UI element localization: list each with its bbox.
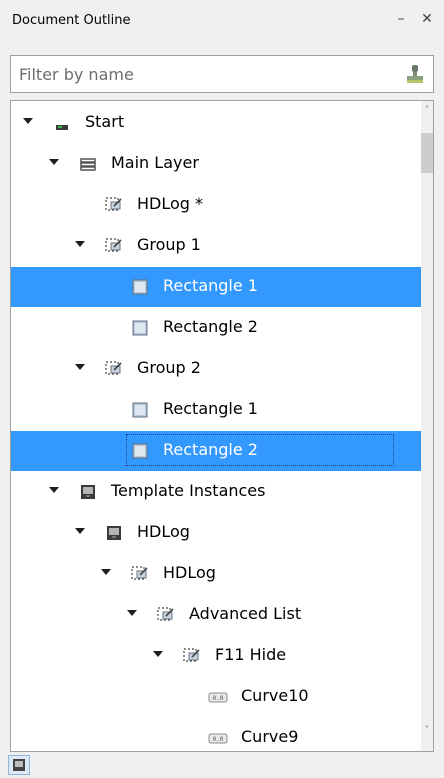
curve-icon: 0.0 [207,727,229,749]
group-icon [155,604,177,626]
rectangle-icon [129,440,151,462]
template-icon [77,481,99,503]
expand-toggle-icon[interactable] [151,646,165,662]
tree-node[interactable]: Template Instances [11,472,421,512]
document-outline-panel: Document Outline – ✕ Start Main Layer HDLo… [0,0,444,778]
outline-tree: Start Main Layer HDLog * Group 1 Rectangle 1… [10,100,434,752]
tree-node[interactable]: Rectangle 1 [11,267,421,307]
tree-node[interactable]: Rectangle 2 [11,308,421,348]
expand-toggle-icon[interactable] [125,605,139,621]
expand-toggle-icon[interactable] [73,236,87,252]
tree-node-label: Template Instances [111,481,266,500]
template-icon [13,759,25,771]
tree-node[interactable]: 0.0 Curve10 [11,677,421,717]
tree-node-label: Group 1 [137,235,201,254]
scroll-down-arrow[interactable]: ˅ [421,723,433,739]
tree-node-label: HDLog * [137,194,204,213]
scroll-thumb[interactable] [421,133,433,173]
panel-title: Document Outline [12,13,131,28]
tree-node-label: Rectangle 2 [163,440,258,459]
curve-icon: 0.0 [207,686,229,708]
group-icon [129,563,151,585]
tree-node[interactable]: Rectangle 2 [11,431,421,471]
expand-toggle-icon[interactable] [99,564,113,580]
tree-node[interactable]: HDLog * [11,185,421,225]
tree-node-label: Start [85,112,125,131]
tree-node-label: Group 2 [137,358,201,377]
expand-toggle-icon[interactable] [21,113,35,129]
layer-icon [77,153,99,175]
expand-toggle-icon[interactable] [73,523,87,539]
tree-node[interactable]: Group 2 [11,349,421,389]
panel-titlebar: Document Outline – ✕ [0,0,444,40]
tree-node-label: F11 Hide [215,645,287,664]
svg-text:0.0: 0.0 [213,736,224,743]
rectangle-icon [129,317,151,339]
group-icon [103,194,125,216]
tree-node[interactable]: F11 Hide [11,636,421,676]
tree-node[interactable]: Group 1 [11,226,421,266]
start-icon [51,112,73,134]
tree-node-label: HDLog [137,522,190,541]
tree-node[interactable]: Main Layer [11,144,421,184]
tree-node-label: Advanced List [189,604,302,623]
close-button[interactable]: ✕ [418,10,436,28]
tree-node-label: Curve9 [241,727,299,746]
group-icon [103,358,125,380]
group-icon [181,645,203,667]
tree-node[interactable]: Advanced List [11,595,421,635]
tree-node-label: Rectangle 2 [163,317,258,336]
expand-toggle-icon[interactable] [47,482,61,498]
pin-button[interactable]: – [392,10,410,28]
rectangle-icon [129,276,151,298]
filter-input[interactable] [19,56,389,92]
template-icon [103,522,125,544]
tree-node[interactable]: Start [11,103,421,143]
expand-toggle-icon[interactable] [47,154,61,170]
filter-box [10,55,434,93]
tree-node[interactable]: Rectangle 1 [11,390,421,430]
scroll-up-arrow[interactable]: ˄ [421,103,433,119]
expand-toggle-icon[interactable] [73,359,87,375]
tree-node[interactable]: HDLog [11,554,421,594]
svg-text:0.0: 0.0 [213,695,224,702]
tree-node-label: Main Layer [111,153,199,172]
tree-node-label: Rectangle 1 [163,276,258,295]
template-view-button[interactable] [8,755,30,775]
group-icon [103,235,125,257]
tree-node-label: Curve10 [241,686,309,705]
tree-node[interactable]: HDLog [11,513,421,553]
tree-node-label: HDLog [163,563,216,582]
tree-node-label: Rectangle 1 [163,399,258,418]
rectangle-icon [129,399,151,421]
panel-statusbar [0,752,444,778]
tree-node[interactable]: 0.0 Curve9 [11,718,421,751]
stamp-icon[interactable] [404,63,426,85]
vertical-scrollbar[interactable]: ˄ ˅ [421,101,433,751]
